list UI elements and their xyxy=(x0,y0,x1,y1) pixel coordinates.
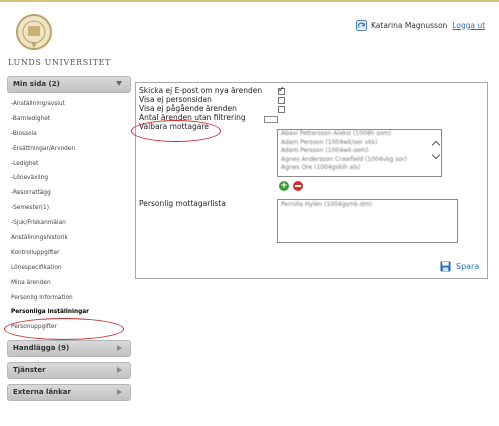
user-refresh-icon[interactable] xyxy=(356,19,367,31)
chevron-right-icon xyxy=(117,389,122,396)
list-item[interactable]: Adam Persson (1004wk-sem) xyxy=(278,147,441,156)
settings-panel: Skicka ej E-post om nya ärenden Visa ej … xyxy=(135,82,488,279)
sidebar-section-label: Handlägga (9) xyxy=(13,344,70,353)
personal-list-label: Personlig mottagarlista xyxy=(139,199,226,208)
menu-item-blossola[interactable]: -Blossola xyxy=(7,127,131,142)
option-hide-ongoing-label: Visa ej pågående ärenden xyxy=(139,104,237,113)
menu-item-employment[interactable]: -Anställning/avslut xyxy=(7,97,131,112)
option-hide-personal-page-label: Visa ej personsidan xyxy=(139,95,212,104)
logout-link[interactable]: Logga ut xyxy=(452,21,485,30)
menu-item-compensation[interactable]: -Ersättningar/Arvoden xyxy=(7,142,131,157)
hide-personal-page-checkbox[interactable] xyxy=(278,97,285,104)
highlight-ellipse-personal-settings xyxy=(4,318,124,340)
menu-item-my-cases[interactable]: Mina ärenden xyxy=(7,276,131,291)
save-label: Spara xyxy=(456,262,480,271)
option-no-email-label: Skicka ej E-post om nya ärenden xyxy=(139,86,263,95)
hide-ongoing-checkbox[interactable] xyxy=(278,106,285,113)
chevron-down-icon xyxy=(116,81,122,86)
chevron-right-icon xyxy=(117,367,122,374)
selectable-recipients-listbox[interactable]: Abavi Pettersson Aleksi (1008h som) Adam… xyxy=(277,129,442,177)
menu-item-salary-exchange[interactable]: -Löneväxling xyxy=(7,171,131,186)
sidebar-section-label: Tjänster xyxy=(13,366,46,375)
university-name: LUNDS UNIVERSITET xyxy=(8,58,111,67)
user-area: Katarina Magnusson Logga ut xyxy=(356,18,485,32)
add-recipient-button[interactable]: + xyxy=(279,181,289,191)
menu-item-employment-history[interactable]: Anställningshistorik xyxy=(7,231,131,246)
top-accent-line xyxy=(0,0,499,2)
menu-item-personal-information[interactable]: Personlig information xyxy=(7,291,131,306)
highlight-ellipse-selectable-recipients xyxy=(131,120,221,142)
remove-recipient-button[interactable] xyxy=(293,181,303,191)
sidebar-section-services[interactable]: Tjänster xyxy=(7,362,131,380)
menu-item-payslip[interactable]: Lönespecifikation xyxy=(7,261,131,276)
menu-item-parental-leave[interactable]: -Barnledighet xyxy=(7,112,131,127)
menu-item-sick-report[interactable]: -Sjuk/Friskanmälan xyxy=(7,216,131,231)
user-name: Katarina Magnusson xyxy=(371,20,448,30)
save-button[interactable]: Spara xyxy=(440,261,479,272)
sidebar-section-external-links[interactable]: Externa länkar xyxy=(7,384,131,402)
sidebar-section-my-page[interactable]: Min sida (2) xyxy=(7,76,131,93)
no-email-checkbox[interactable] xyxy=(278,85,285,95)
menu-item-tax-statements[interactable]: Kontrolluppgifter xyxy=(7,246,131,261)
my-page-menu: -Anställning/avslut -Barnledighet -Bloss… xyxy=(7,97,131,335)
list-item[interactable]: Pernilla Hylén (1004gsmk-dm) xyxy=(278,200,457,210)
list-item[interactable]: Agnes Andersson Crawfield (1004vkg sor) xyxy=(278,156,441,165)
sidebar-section-label: Externa länkar xyxy=(13,388,71,397)
floppy-disk-icon xyxy=(440,261,451,272)
menu-item-vacation[interactable]: -Semester(1) xyxy=(7,201,131,216)
personal-recipients-listbox[interactable]: Pernilla Hylén (1004gsmk-dm) xyxy=(277,199,458,243)
list-item[interactable]: Adam Persson (1004wk/ser vkk) xyxy=(278,139,441,148)
university-seal-logo xyxy=(16,14,52,50)
menu-item-leave[interactable]: -Ledighet xyxy=(7,157,131,172)
list-item[interactable]: Abavi Pettersson Aleksi (1008h som) xyxy=(278,130,441,139)
listbox-scrollbar[interactable] xyxy=(431,130,441,176)
list-item[interactable]: Agnes Ore (1004gskih als) xyxy=(278,164,441,173)
menu-item-travel[interactable]: -Resorrattägg xyxy=(7,186,131,201)
sidebar-section-handle[interactable]: Handlägga (9) xyxy=(7,340,131,358)
sidebar-section-label: Min sida (2) xyxy=(13,80,60,88)
chevron-up-icon[interactable] xyxy=(431,140,441,150)
case-count-input[interactable] xyxy=(264,116,278,123)
chevron-right-icon xyxy=(117,345,122,352)
chevron-down-icon[interactable] xyxy=(431,150,441,160)
sidebar: Min sida (2) -Anställning/avslut -Barnle… xyxy=(7,76,131,402)
